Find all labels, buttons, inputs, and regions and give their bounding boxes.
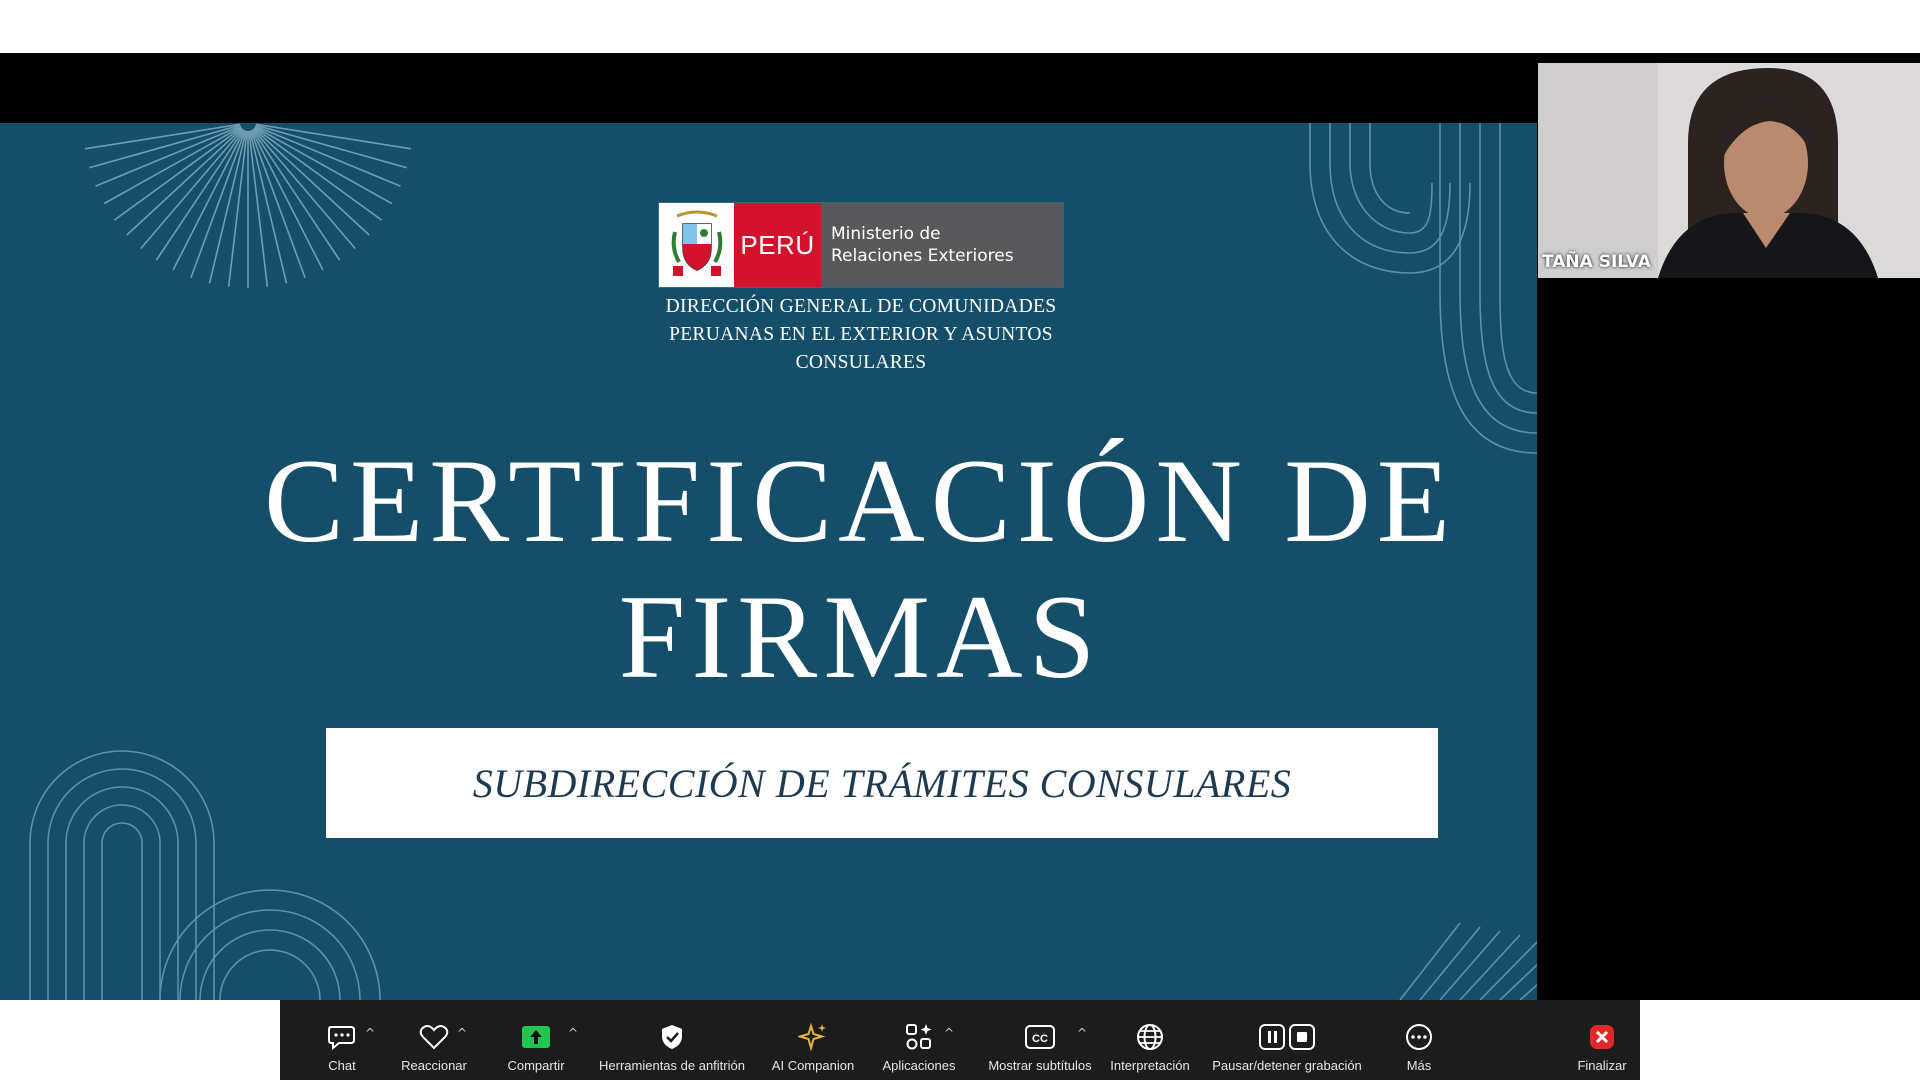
slide-title: CERTIFICACIÓN DE FIRMAS — [60, 433, 1537, 705]
host-tools-label: Herramientas de anfitrión — [599, 1058, 745, 1073]
logo-ministry-line2: Relaciones Exteriores — [831, 246, 1014, 266]
sparkle-icon — [798, 1022, 828, 1052]
top-black-bar — [0, 53, 1537, 123]
logo-country: PERÚ — [734, 203, 821, 287]
captions-label: Mostrar subtítulos — [988, 1058, 1092, 1073]
interpretation-button[interactable]: Interpretación — [1096, 1000, 1204, 1080]
chat-icon — [327, 1022, 357, 1052]
react-label: Reaccionar — [401, 1058, 467, 1073]
participant-avatar — [1538, 63, 1920, 278]
apps-icon — [904, 1022, 934, 1052]
share-label: Compartir — [507, 1058, 565, 1073]
slide-title-line2: FIRMAS — [618, 570, 1102, 703]
pause-stop-recording-button[interactable]: Pausar/detener grabación — [1202, 1000, 1372, 1080]
end-label: Finalizar — [1577, 1058, 1627, 1073]
direccion-line: CONSULARES — [795, 352, 927, 373]
end-icon — [1587, 1022, 1617, 1052]
host-tools-button[interactable]: Herramientas de anfitrión — [592, 1000, 752, 1080]
chat-label: Chat — [328, 1058, 356, 1073]
react-button[interactable]: Reaccionar — [388, 1000, 480, 1080]
chat-button[interactable]: Chat — [316, 1000, 368, 1080]
share-button[interactable]: Compartir — [496, 1000, 576, 1080]
ai-companion-button[interactable]: AI Companion — [764, 1000, 862, 1080]
share-caret-icon[interactable]: ^ — [568, 1026, 578, 1040]
pause-stop-recording-label: Pausar/detener grabación — [1212, 1058, 1362, 1073]
interpretation-label: Interpretación — [1110, 1058, 1190, 1073]
slide-title-line1: CERTIFICACIÓN DE — [263, 434, 1457, 567]
slide-subtitle: SUBDIRECCIÓN DE TRÁMITES CONSULARES — [472, 760, 1292, 806]
meeting-toolbar: Chat ^ Reaccionar ^ Compartir ^ Herramie… — [280, 1000, 1640, 1080]
direccion-line: DIRECCIÓN GENERAL DE COMUNIDADES — [665, 296, 1057, 317]
react-caret-icon[interactable]: ^ — [457, 1026, 467, 1040]
captions-button[interactable]: CC Mostrar subtítulos — [970, 1000, 1110, 1080]
rays-bottom-right-decoration — [1399, 922, 1537, 1000]
captions-caret-icon[interactable]: ^ — [1077, 1026, 1087, 1040]
shared-slide: PERÚ Ministerio de Relaciones Exteriores… — [0, 123, 1537, 1000]
coat-of-arms-icon — [659, 203, 734, 287]
participant-video[interactable] — [1538, 63, 1920, 278]
more-icon — [1404, 1022, 1434, 1052]
heart-icon — [419, 1022, 449, 1052]
apps-button[interactable]: Aplicaciones — [872, 1000, 966, 1080]
direccion-line: PERUANAS EN EL EXTERIOR Y ASUNTOS — [669, 324, 1053, 345]
svg-text:CC: CC — [1032, 1033, 1048, 1045]
sunburst-decoration — [84, 123, 412, 288]
apps-label: Aplicaciones — [882, 1058, 956, 1073]
ministry-logo: PERÚ Ministerio de Relaciones Exteriores — [659, 203, 1063, 287]
direccion-general-text: DIRECCIÓN GENERAL DE COMUNIDADES PERUANA… — [559, 293, 1163, 377]
more-button[interactable]: Más — [1394, 1000, 1444, 1080]
apps-caret-icon[interactable]: ^ — [944, 1026, 954, 1040]
shield-icon — [659, 1022, 685, 1052]
logo-ministry-line1: Ministerio de — [831, 224, 941, 244]
subtitle-box: SUBDIRECCIÓN DE TRÁMITES CONSULARES — [326, 728, 1438, 838]
ai-companion-label: AI Companion — [771, 1058, 855, 1073]
cc-icon: CC — [1024, 1022, 1056, 1052]
pause-stop-icon — [1258, 1022, 1316, 1052]
globe-icon — [1135, 1022, 1165, 1052]
share-screen-icon — [521, 1022, 551, 1052]
end-meeting-button[interactable]: Finalizar — [1572, 1000, 1632, 1080]
more-label: Más — [1406, 1058, 1432, 1073]
logo-ministry: Ministerio de Relaciones Exteriores — [821, 203, 1063, 287]
participant-name: TAÑA SILVA — [1542, 252, 1651, 272]
arches-top-right-decoration — [1309, 123, 1537, 454]
chat-caret-icon[interactable]: ^ — [365, 1026, 375, 1040]
